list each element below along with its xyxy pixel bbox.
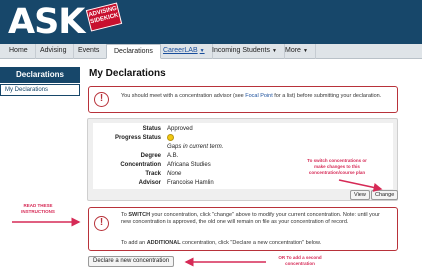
arrow-to-change-button bbox=[338, 179, 383, 192]
page: ASK ADVISING SIDEKICK Home Advising Even… bbox=[0, 0, 422, 275]
annotation-arrows bbox=[12, 179, 383, 267]
